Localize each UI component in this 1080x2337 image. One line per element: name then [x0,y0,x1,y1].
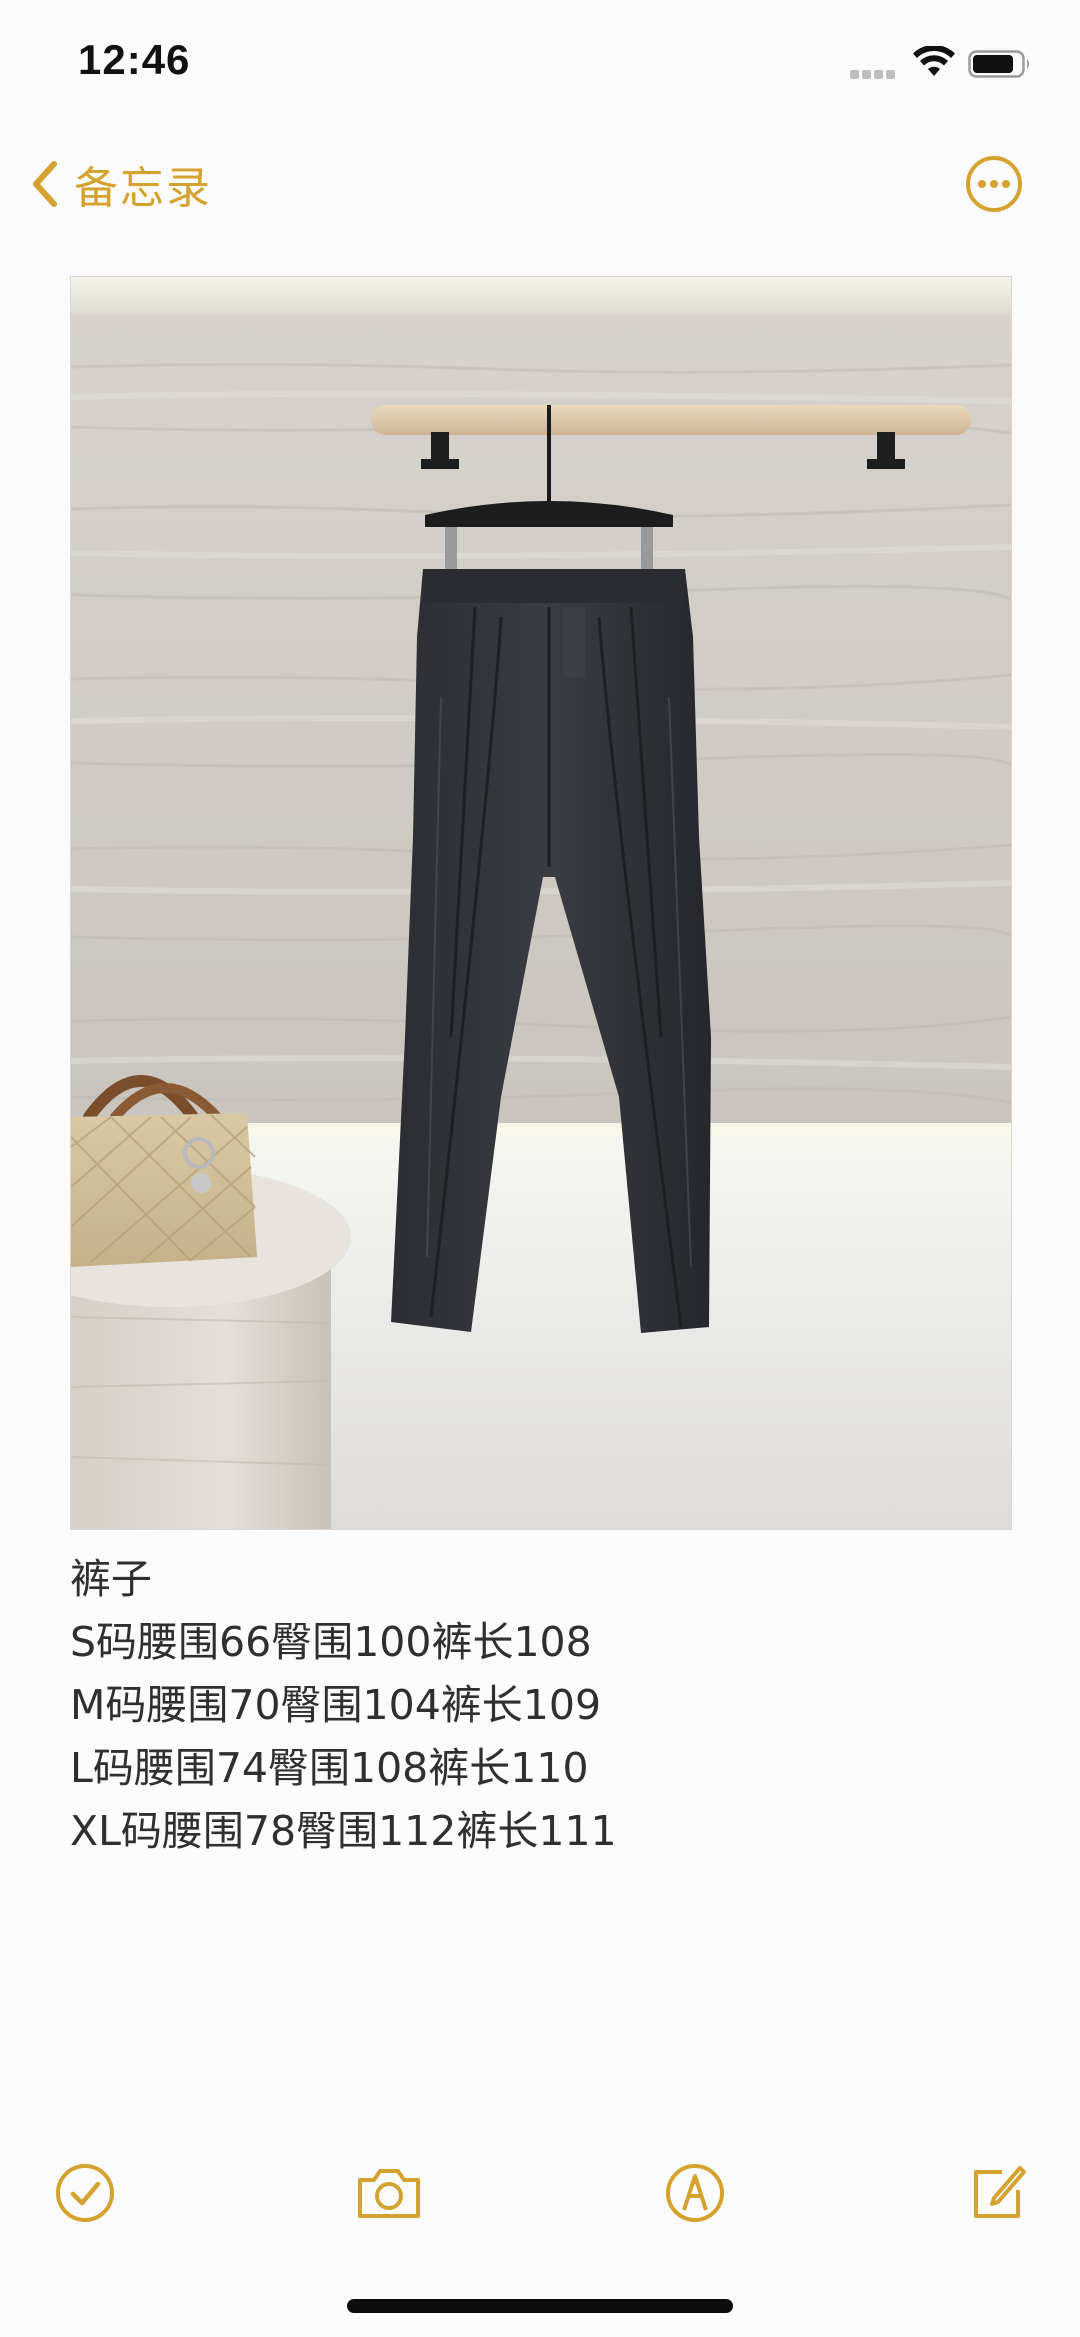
note-image[interactable] [70,276,1012,1530]
checklist-icon[interactable] [52,2160,118,2226]
camera-icon[interactable] [354,2160,424,2226]
chevron-left-icon [33,161,57,207]
wifi-icon [913,46,955,76]
size-line-s: S码腰围66臀围100裤长108 [70,1618,592,1666]
size-line-m: M码腰围70臀围104裤长109 [70,1681,602,1729]
status-time: 12:46 [78,36,191,83]
more-icon[interactable] [964,154,1024,214]
note-body[interactable]: 裤子 S码腰围66臀围100裤长108 M码腰围70臀围104裤长109 L码腰… [70,1548,1010,1863]
markup-icon[interactable] [662,2160,728,2226]
toolbar [0,2150,1080,2230]
size-line-xl: XL码腰围78臀围112裤长111 [70,1807,617,1855]
product-photo [71,277,1011,1529]
status-bar: 12:46 [0,0,1080,130]
battery-icon [968,50,1029,78]
nav-bar: 备忘录 [0,140,1080,230]
signal-icon [850,66,898,79]
back-button[interactable]: 备忘录 [30,154,212,214]
note-title: 裤子 [70,1555,152,1603]
size-line-l: L码腰围74臀围108裤长110 [70,1744,589,1792]
home-indicator[interactable] [347,2299,733,2313]
compose-icon[interactable] [964,2160,1030,2226]
back-label: 备忘录 [74,163,212,214]
